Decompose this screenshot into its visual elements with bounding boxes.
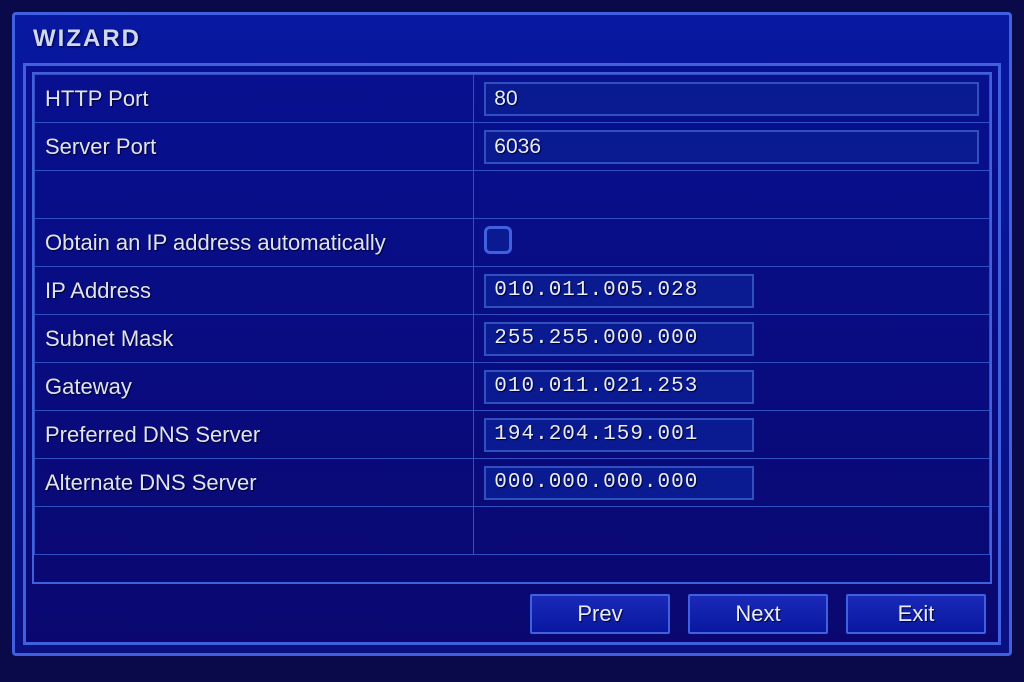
content-panel: HTTP Port Server Port Obtain an IP [23,63,1001,645]
prev-button[interactable]: Prev [530,594,670,634]
label-preferred-dns: Preferred DNS Server [35,411,474,459]
label-http-port: HTTP Port [35,75,474,123]
row-ip-address: IP Address [35,267,990,315]
input-preferred-dns[interactable] [484,418,754,452]
row-server-port: Server Port [35,123,990,171]
label-alternate-dns: Alternate DNS Server [35,459,474,507]
row-dhcp: Obtain an IP address automatically [35,219,990,267]
label-dhcp: Obtain an IP address automatically [35,219,474,267]
input-ip-address[interactable] [484,274,754,308]
label-ip-address: IP Address [35,267,474,315]
row-empty-1 [35,171,990,219]
row-subnet-mask: Subnet Mask [35,315,990,363]
input-gateway[interactable] [484,370,754,404]
label-subnet-mask: Subnet Mask [35,315,474,363]
row-gateway: Gateway [35,363,990,411]
input-alternate-dns[interactable] [484,466,754,500]
window-title: WIZARD [15,15,1009,61]
wizard-window: WIZARD HTTP Port Server Port [12,12,1012,656]
exit-button[interactable]: Exit [846,594,986,634]
button-row: Prev Next Exit [32,584,992,636]
label-server-port: Server Port [35,123,474,171]
input-subnet-mask[interactable] [484,322,754,356]
checkbox-dhcp[interactable] [484,226,512,254]
input-http-port[interactable] [484,82,979,116]
row-http-port: HTTP Port [35,75,990,123]
next-button[interactable]: Next [688,594,828,634]
settings-table: HTTP Port Server Port Obtain an IP [32,72,992,584]
row-alternate-dns: Alternate DNS Server [35,459,990,507]
label-gateway: Gateway [35,363,474,411]
row-empty-2 [35,507,990,555]
row-preferred-dns: Preferred DNS Server [35,411,990,459]
input-server-port[interactable] [484,130,979,164]
